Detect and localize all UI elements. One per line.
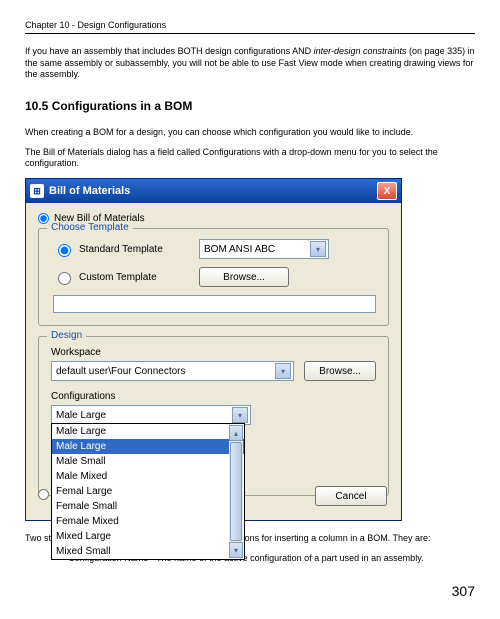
dropdown-scrollbar[interactable]: ▴ ▾ <box>229 425 243 558</box>
dropdown-option[interactable]: Male Small <box>52 454 244 469</box>
paragraph-2: The Bill of Materials dialog has a field… <box>25 147 475 170</box>
scroll-up-icon[interactable]: ▴ <box>229 425 243 441</box>
standard-template-label: Standard Template <box>79 244 163 255</box>
page-number: 307 <box>25 583 475 599</box>
workspace-label: Workspace <box>51 347 376 358</box>
template-select[interactable]: BOM ANSI ABC ▾ <box>199 239 329 259</box>
dialog-title: Bill of Materials <box>49 185 130 197</box>
custom-template-radio-row[interactable]: Custom Template <box>53 269 193 285</box>
design-group: Design Workspace default user\Four Conne… <box>38 336 389 496</box>
dropdown-option[interactable]: Female Mixed <box>52 514 244 529</box>
section-heading: 10.5 Configurations in a BOM <box>25 99 475 113</box>
intro-text-italic: inter-design constraints <box>314 46 407 56</box>
cancel-button[interactable]: Cancel <box>315 486 387 506</box>
configurations-value: Male Large <box>56 410 106 421</box>
choose-template-legend: Choose Template <box>47 222 133 233</box>
template-select-value: BOM ANSI ABC <box>204 244 275 255</box>
dropdown-option[interactable]: Male Mixed <box>52 469 244 484</box>
choose-template-group: Choose Template Standard Template BOM AN… <box>38 228 389 326</box>
browse-template-button[interactable]: Browse... <box>199 267 289 287</box>
close-button[interactable]: X <box>377 182 397 200</box>
workspace-value: default user\Four Connectors <box>56 366 186 377</box>
custom-template-label: Custom Template <box>79 272 157 283</box>
dropdown-option[interactable]: Mixed Small <box>52 544 244 559</box>
custom-template-input[interactable] <box>53 295 376 313</box>
dialog-icon: ⊞ <box>30 184 44 198</box>
dropdown-option[interactable]: Male Large <box>52 439 244 454</box>
intro-paragraph: If you have an assembly that includes BO… <box>25 46 475 81</box>
chevron-down-icon: ▾ <box>275 363 291 379</box>
chapter-header: Chapter 10 - Design Configurations <box>25 20 475 34</box>
configurations-dropdown: Male Large Male Large Male Small Male Mi… <box>51 423 245 560</box>
dropdown-option[interactable]: Femal Large <box>52 484 244 499</box>
dropdown-option[interactable]: Mixed Large <box>52 529 244 544</box>
new-lower-radio[interactable] <box>38 489 49 500</box>
workspace-select[interactable]: default user\Four Connectors ▾ <box>51 361 294 381</box>
dropdown-option[interactable]: Male Large <box>52 424 244 439</box>
close-icon: X <box>384 186 391 197</box>
browse-workspace-button[interactable]: Browse... <box>304 361 376 381</box>
scroll-thumb[interactable] <box>230 442 242 541</box>
chevron-down-icon: ▾ <box>232 407 248 423</box>
paragraph-1: When creating a BOM for a design, you ca… <box>25 127 475 139</box>
standard-template-radio-row[interactable]: Standard Template <box>53 241 193 257</box>
bill-of-materials-dialog: ⊞ Bill of Materials X New Bill of Materi… <box>25 178 402 521</box>
dropdown-option[interactable]: Female Small <box>52 499 244 514</box>
intro-text-1: If you have an assembly that includes BO… <box>25 46 314 56</box>
dialog-titlebar[interactable]: ⊞ Bill of Materials X <box>26 179 401 203</box>
configurations-label: Configurations <box>51 391 376 402</box>
chevron-down-icon: ▾ <box>310 241 326 257</box>
configurations-select[interactable]: Male Large ▾ <box>51 405 251 425</box>
scroll-down-icon[interactable]: ▾ <box>229 542 243 558</box>
design-legend: Design <box>47 330 86 341</box>
custom-template-radio[interactable] <box>58 272 71 285</box>
standard-template-radio[interactable] <box>58 244 71 257</box>
